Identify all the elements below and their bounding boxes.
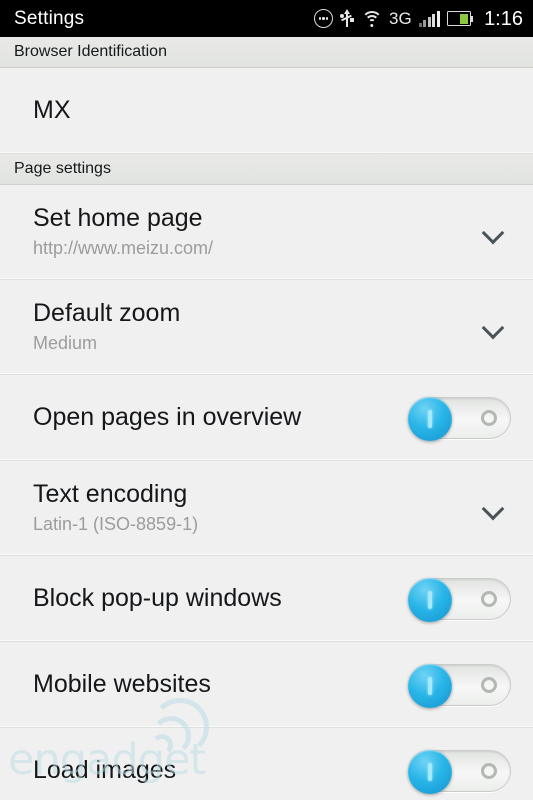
usb-icon: [340, 8, 354, 29]
list-item-title: Text encoding: [33, 480, 188, 509]
list-item-title: Load images: [33, 756, 177, 785]
notification-dots-icon: [314, 9, 333, 28]
section-header-page-settings: Page settings: [0, 154, 533, 185]
toggle-off-marker: [481, 762, 497, 779]
toggle-load-images[interactable]: [408, 749, 511, 794]
list-item-open-pages-in-overview[interactable]: Open pages in overview: [0, 375, 533, 461]
toggle-knob[interactable]: [408, 749, 452, 794]
toggle-mobile-websites[interactable]: [408, 663, 511, 708]
toggle-open-pages-in-overview[interactable]: [408, 396, 511, 441]
list-item-subtitle: Medium: [33, 333, 98, 354]
toggle-knob[interactable]: [408, 577, 452, 622]
list-item-set-home-page[interactable]: Set home page http://www.meizu.com/: [0, 185, 533, 280]
page-title: Settings: [14, 8, 85, 29]
status-bar: Settings 3G 1:16: [0, 0, 533, 37]
battery-icon: [447, 11, 474, 26]
wifi-icon: [361, 10, 382, 27]
list-item-title: Block pop-up windows: [33, 584, 282, 613]
toggle-off-marker: [481, 590, 497, 607]
chevron-down-icon[interactable]: [481, 314, 507, 340]
browser-identification-value: MX: [33, 96, 71, 125]
toggle-off-marker: [481, 409, 497, 426]
toggle-knob[interactable]: [408, 663, 452, 708]
toggle-knob[interactable]: [408, 396, 452, 441]
toggle-off-marker: [481, 676, 497, 693]
list-item-default-zoom[interactable]: Default zoom Medium: [0, 280, 533, 375]
list-item-title: Mobile websites: [33, 670, 211, 699]
signal-bars-icon: [418, 10, 441, 27]
chevron-down-icon[interactable]: [481, 495, 507, 521]
list-item-block-pop-up-windows[interactable]: Block pop-up windows: [0, 556, 533, 642]
list-item-mobile-websites[interactable]: Mobile websites: [0, 642, 533, 728]
list-item-title: Open pages in overview: [33, 403, 302, 432]
list-item-load-images[interactable]: Load images: [0, 728, 533, 800]
list-item-text-encoding[interactable]: Text encoding Latin-1 (ISO-8859-1): [0, 461, 533, 556]
list-item-title: Set home page: [33, 204, 203, 233]
phone-screen: Settings 3G 1:16 Browser Identification …: [0, 0, 533, 800]
section-header-label: Page settings: [14, 160, 111, 177]
chevron-down-icon[interactable]: [481, 219, 507, 245]
list-item-title: Default zoom: [33, 299, 181, 328]
toggle-block-pop-up-windows[interactable]: [408, 577, 511, 622]
list-item-subtitle: http://www.meizu.com/: [33, 238, 214, 259]
clock-label: 1:16: [484, 7, 523, 30]
network-type-label: 3G: [389, 9, 412, 28]
section-header-label: Browser Identification: [14, 43, 167, 60]
list-item-subtitle: Latin-1 (ISO-8859-1): [33, 514, 199, 535]
list-item-browser-identification[interactable]: MX: [0, 68, 533, 154]
section-header-browser-identification: Browser Identification: [0, 37, 533, 68]
status-icon-tray: 3G 1:16: [314, 7, 523, 30]
